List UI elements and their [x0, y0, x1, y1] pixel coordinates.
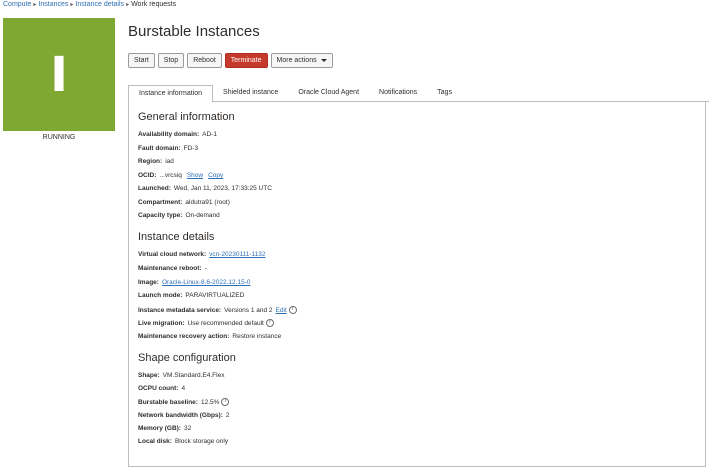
- image-link[interactable]: Oracle-Linux-8.6-2022.12.15-0: [162, 279, 251, 286]
- live-migration-row: Live migration: Use recommended default …: [138, 319, 274, 327]
- breadcrumb: Compute ▸ Instances ▸ Instance details ▸…: [3, 1, 176, 8]
- instance-status-tile: I: [3, 18, 115, 131]
- start-button[interactable]: Start: [128, 53, 155, 68]
- info-icon[interactable]: i: [265, 319, 274, 327]
- vcn-label: Virtual cloud network:: [138, 251, 207, 258]
- region-value: iad: [165, 158, 174, 165]
- capacity-type-label: Capacity type:: [138, 212, 183, 219]
- live-migration-value: Use recommended default: [187, 319, 264, 327]
- more-actions-button[interactable]: More actions: [270, 53, 333, 68]
- ocpu-count-label: OCPU count:: [138, 385, 179, 392]
- launch-mode-value: PARAVIRTUALIZED: [185, 292, 245, 299]
- vcn-row: Virtual cloud network: vcn-20230111-1132: [138, 251, 266, 258]
- memory-label: Memory (GB):: [138, 425, 181, 432]
- capacity-type-value: On-demand: [185, 212, 220, 219]
- maintenance-reboot-row: Maintenance reboot: -: [138, 265, 207, 272]
- terminate-button[interactable]: Terminate: [224, 53, 268, 68]
- recovery-action-value: Restore instance: [232, 333, 282, 340]
- vcn-link[interactable]: vcn-20230111-1132: [209, 251, 265, 258]
- availability-domain-row: Availability domain: AD-1: [138, 131, 217, 138]
- compartment-label: Compartment:: [138, 199, 183, 206]
- reboot-button[interactable]: Reboot: [187, 53, 222, 68]
- metadata-service-label: Instance metadata service:: [138, 306, 222, 314]
- local-disk-label: Local disk:: [138, 438, 172, 445]
- live-migration-label: Live migration:: [138, 319, 185, 327]
- tab-notifications[interactable]: Notifications: [369, 85, 427, 102]
- network-bandwidth-value: 2: [225, 412, 230, 419]
- ocid-value: ...vrcsiq: [159, 172, 182, 179]
- recovery-action-label: Maintenance recovery action:: [138, 333, 230, 340]
- breadcrumb-current: Work requests: [131, 1, 177, 8]
- ocid-copy-link[interactable]: Copy: [208, 172, 223, 179]
- metadata-service-row: Instance metadata service: Versions 1 an…: [138, 306, 297, 314]
- stop-button[interactable]: Stop: [157, 53, 185, 68]
- memory-row: Memory (GB): 32: [138, 425, 191, 432]
- launched-label: Launched:: [138, 185, 171, 192]
- info-icon[interactable]: i: [288, 306, 297, 314]
- burstable-baseline-row: Burstable baseline: 12.5% i: [138, 398, 230, 406]
- network-bandwidth-label: Network bandwidth (Gbps):: [138, 412, 223, 419]
- recovery-action-row: Maintenance recovery action: Restore ins…: [138, 333, 281, 340]
- ocpu-count-value: 4: [181, 385, 186, 392]
- tab-bar: Instance information Shielded instance O…: [128, 85, 709, 103]
- more-actions-label: More actions: [276, 57, 317, 64]
- action-toolbar: Start Stop Reboot Terminate More actions: [128, 53, 333, 68]
- compartment-value: aldutra91 (root): [185, 199, 230, 206]
- burstable-baseline-value: 12.5%: [200, 398, 220, 406]
- tab-shielded-instance[interactable]: Shielded instance: [213, 85, 288, 102]
- tab-tags[interactable]: Tags: [427, 85, 462, 102]
- memory-value: 32: [183, 425, 192, 432]
- shape-label: Shape:: [138, 372, 160, 379]
- maintenance-reboot-label: Maintenance reboot:: [138, 265, 202, 272]
- launch-mode-row: Launch mode: PARAVIRTUALIZED: [138, 292, 244, 299]
- instance-icon-letter: I: [50, 46, 68, 103]
- local-disk-row: Local disk: Block storage only: [138, 438, 228, 445]
- region-row: Region: iad: [138, 158, 174, 165]
- shape-value: VM.Standard.E4.Flex: [162, 372, 225, 379]
- breadcrumb-separator-icon: ▸: [70, 2, 74, 8]
- maintenance-reboot-value: -: [204, 265, 207, 272]
- launched-value: Wed, Jan 11, 2023, 17:33:25 UTC: [173, 185, 272, 192]
- capacity-type-row: Capacity type: On-demand: [138, 212, 220, 219]
- ocid-label: OCID:: [138, 172, 157, 179]
- launch-mode-label: Launch mode:: [138, 292, 183, 299]
- page-title: Burstable Instances: [128, 23, 260, 40]
- fault-domain-label: Fault domain:: [138, 145, 181, 152]
- instance-details-heading: Instance details: [138, 231, 215, 243]
- status-label: RUNNING: [42, 134, 76, 141]
- image-row: Image: Oracle-Linux-8.6-2022.12.15-0: [138, 279, 250, 286]
- launched-row: Launched: Wed, Jan 11, 2023, 17:33:25 UT…: [138, 185, 272, 192]
- breadcrumb-separator-icon: ▸: [33, 2, 37, 8]
- burstable-baseline-label: Burstable baseline:: [138, 398, 198, 406]
- breadcrumb-separator-icon: ▸: [126, 2, 130, 8]
- ocid-row: OCID: ...vrcsiq Show Copy: [138, 172, 223, 179]
- metadata-service-value: Versions 1 and 2: [224, 306, 273, 314]
- shape-configuration-heading: Shape configuration: [138, 352, 236, 364]
- network-bandwidth-row: Network bandwidth (Gbps): 2: [138, 412, 229, 419]
- shape-row: Shape: VM.Standard.E4.Flex: [138, 372, 224, 379]
- metadata-service-edit-link[interactable]: Edit: [276, 307, 287, 314]
- ocpu-count-row: OCPU count: 4: [138, 385, 185, 392]
- chevron-down-icon: [320, 59, 327, 62]
- ocid-show-link[interactable]: Show: [187, 172, 203, 179]
- fault-domain-row: Fault domain: FD-3: [138, 145, 198, 152]
- image-label: Image:: [138, 279, 159, 286]
- compartment-row: Compartment: aldutra91 (root): [138, 199, 230, 206]
- breadcrumb-instance-details-link[interactable]: Instance details: [75, 1, 124, 8]
- availability-domain-label: Availability domain:: [138, 131, 200, 138]
- fault-domain-value: FD-3: [183, 145, 199, 152]
- region-label: Region:: [138, 158, 163, 165]
- general-information-heading: General information: [138, 111, 235, 123]
- availability-domain-value: AD-1: [202, 131, 217, 138]
- breadcrumb-compute-link[interactable]: Compute: [3, 1, 31, 8]
- info-icon[interactable]: i: [221, 398, 230, 406]
- breadcrumb-instances-link[interactable]: Instances: [38, 1, 68, 8]
- local-disk-value: Block storage only: [174, 438, 229, 445]
- tab-oracle-cloud-agent[interactable]: Oracle Cloud Agent: [288, 85, 369, 102]
